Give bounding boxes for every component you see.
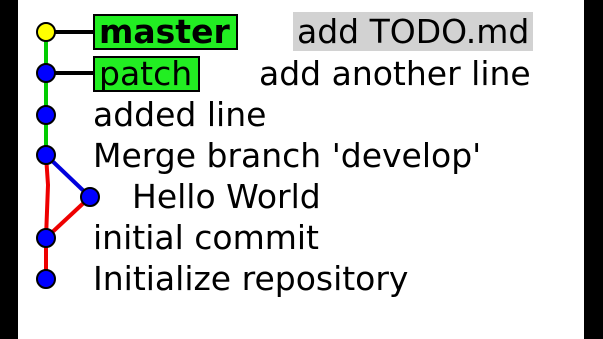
commit-message[interactable]: added line xyxy=(93,98,266,131)
branch-tag-master[interactable]: master xyxy=(93,14,238,50)
edge-merge-red xyxy=(44,154,51,239)
commit-message[interactable]: initial commit xyxy=(93,221,319,254)
commit-node[interactable] xyxy=(36,105,56,125)
commit-message[interactable]: add TODO.md xyxy=(293,12,534,51)
commit-graph-panel: master add TODO.md patch add another lin… xyxy=(18,0,584,339)
commit-node-head[interactable] xyxy=(36,22,56,42)
commit-message[interactable]: Initialize repository xyxy=(93,262,408,295)
commit-node[interactable] xyxy=(36,269,56,289)
selected-commit-message[interactable]: add TODO.md xyxy=(293,12,534,51)
commit-node[interactable] xyxy=(36,145,56,165)
branch-tag-patch[interactable]: patch xyxy=(93,56,201,92)
commit-node[interactable] xyxy=(36,63,56,83)
commit-node[interactable] xyxy=(36,228,56,248)
commit-message[interactable]: Merge branch 'develop' xyxy=(93,139,481,172)
commit-node[interactable] xyxy=(80,187,100,207)
commit-message[interactable]: add another line xyxy=(259,57,531,90)
commit-message[interactable]: Hello World xyxy=(132,180,321,213)
